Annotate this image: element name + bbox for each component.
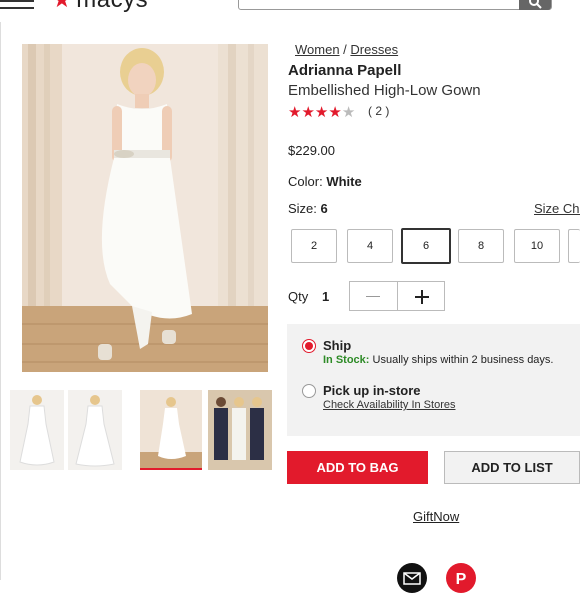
review-count[interactable]: ( 2 ) — [368, 104, 389, 118]
size-option[interactable]: 10 — [514, 229, 560, 263]
main-product-image[interactable] — [22, 44, 268, 372]
pickup-radio[interactable] — [302, 384, 316, 398]
price: $229.00 — [288, 143, 335, 158]
size-chart-link[interactable]: Size Cha — [534, 201, 580, 216]
breadcrumb: Women / Dresses — [295, 42, 398, 57]
color-row: Color: White — [288, 174, 362, 189]
star-icon: ★ — [301, 104, 315, 121]
size-value: 6 — [320, 201, 328, 216]
ship-time-text: Usually ships within 2 business days. — [369, 354, 554, 366]
minus-icon[interactable] — [366, 296, 380, 297]
search-input[interactable] — [238, 0, 552, 10]
star-logo-icon: ★ — [52, 0, 72, 12]
star-icon: ★ — [328, 104, 342, 121]
size-option-selected[interactable]: 6 — [401, 228, 451, 264]
macys-logo[interactable]: ★macys — [52, 0, 148, 14]
star-empty-icon: ★ — [341, 104, 356, 121]
stock-status: In Stock: Usually ships within 2 busines… — [323, 354, 553, 366]
breadcrumb-dresses[interactable]: Dresses — [350, 42, 398, 57]
star-rating[interactable]: ★★★★★ — [288, 103, 355, 121]
pinterest-icon[interactable]: P — [446, 563, 476, 593]
size-option-partial[interactable] — [568, 229, 580, 263]
quantity-stepper — [349, 281, 445, 311]
breadcrumb-women[interactable]: Women — [295, 42, 340, 57]
ship-radio[interactable] — [302, 339, 316, 353]
product-brand[interactable]: Adrianna Papell — [288, 62, 401, 79]
star-icon: ★ — [314, 104, 329, 121]
size-option[interactable]: 2 — [291, 229, 337, 263]
search-icon — [529, 0, 542, 9]
thumbnail-3-selected[interactable] — [140, 390, 202, 470]
plus-icon-vertical — [421, 290, 423, 304]
left-divider — [0, 22, 1, 580]
hamburger-menu-icon[interactable] — [0, 0, 34, 10]
breadcrumb-separator: / — [339, 42, 351, 57]
site-header: ★macys — [0, 0, 580, 22]
mail-icon[interactable] — [397, 563, 427, 593]
add-to-bag-button[interactable]: ADD TO BAG — [287, 451, 428, 484]
color-label: Color: — [288, 174, 323, 189]
giftnow-link[interactable]: GiftNow — [413, 509, 459, 524]
thumbnail-2[interactable] — [68, 390, 122, 470]
add-to-list-button[interactable]: ADD TO LIST — [444, 451, 580, 484]
pickup-option-title[interactable]: Pick up in-store — [323, 383, 421, 398]
star-icon: ★ — [288, 104, 302, 121]
thumbnail-1[interactable] — [10, 390, 64, 470]
product-title: Embellished High-Low Gown — [288, 82, 481, 99]
size-row: Size: 6 — [288, 201, 328, 216]
check-availability-link[interactable]: Check Availability In Stores — [323, 399, 455, 411]
size-label: Size: — [288, 201, 317, 216]
stepper-divider — [397, 282, 398, 310]
search-button[interactable] — [519, 0, 551, 10]
qty-value: 1 — [322, 289, 330, 304]
size-option[interactable]: 8 — [458, 229, 504, 263]
qty-label: Qty — [288, 289, 309, 304]
ship-option-title[interactable]: Ship — [323, 338, 351, 353]
color-value: White — [326, 174, 362, 189]
size-option[interactable]: 4 — [347, 229, 393, 263]
thumbnail-4[interactable] — [208, 390, 272, 470]
in-stock-label: In Stock: — [323, 354, 370, 366]
